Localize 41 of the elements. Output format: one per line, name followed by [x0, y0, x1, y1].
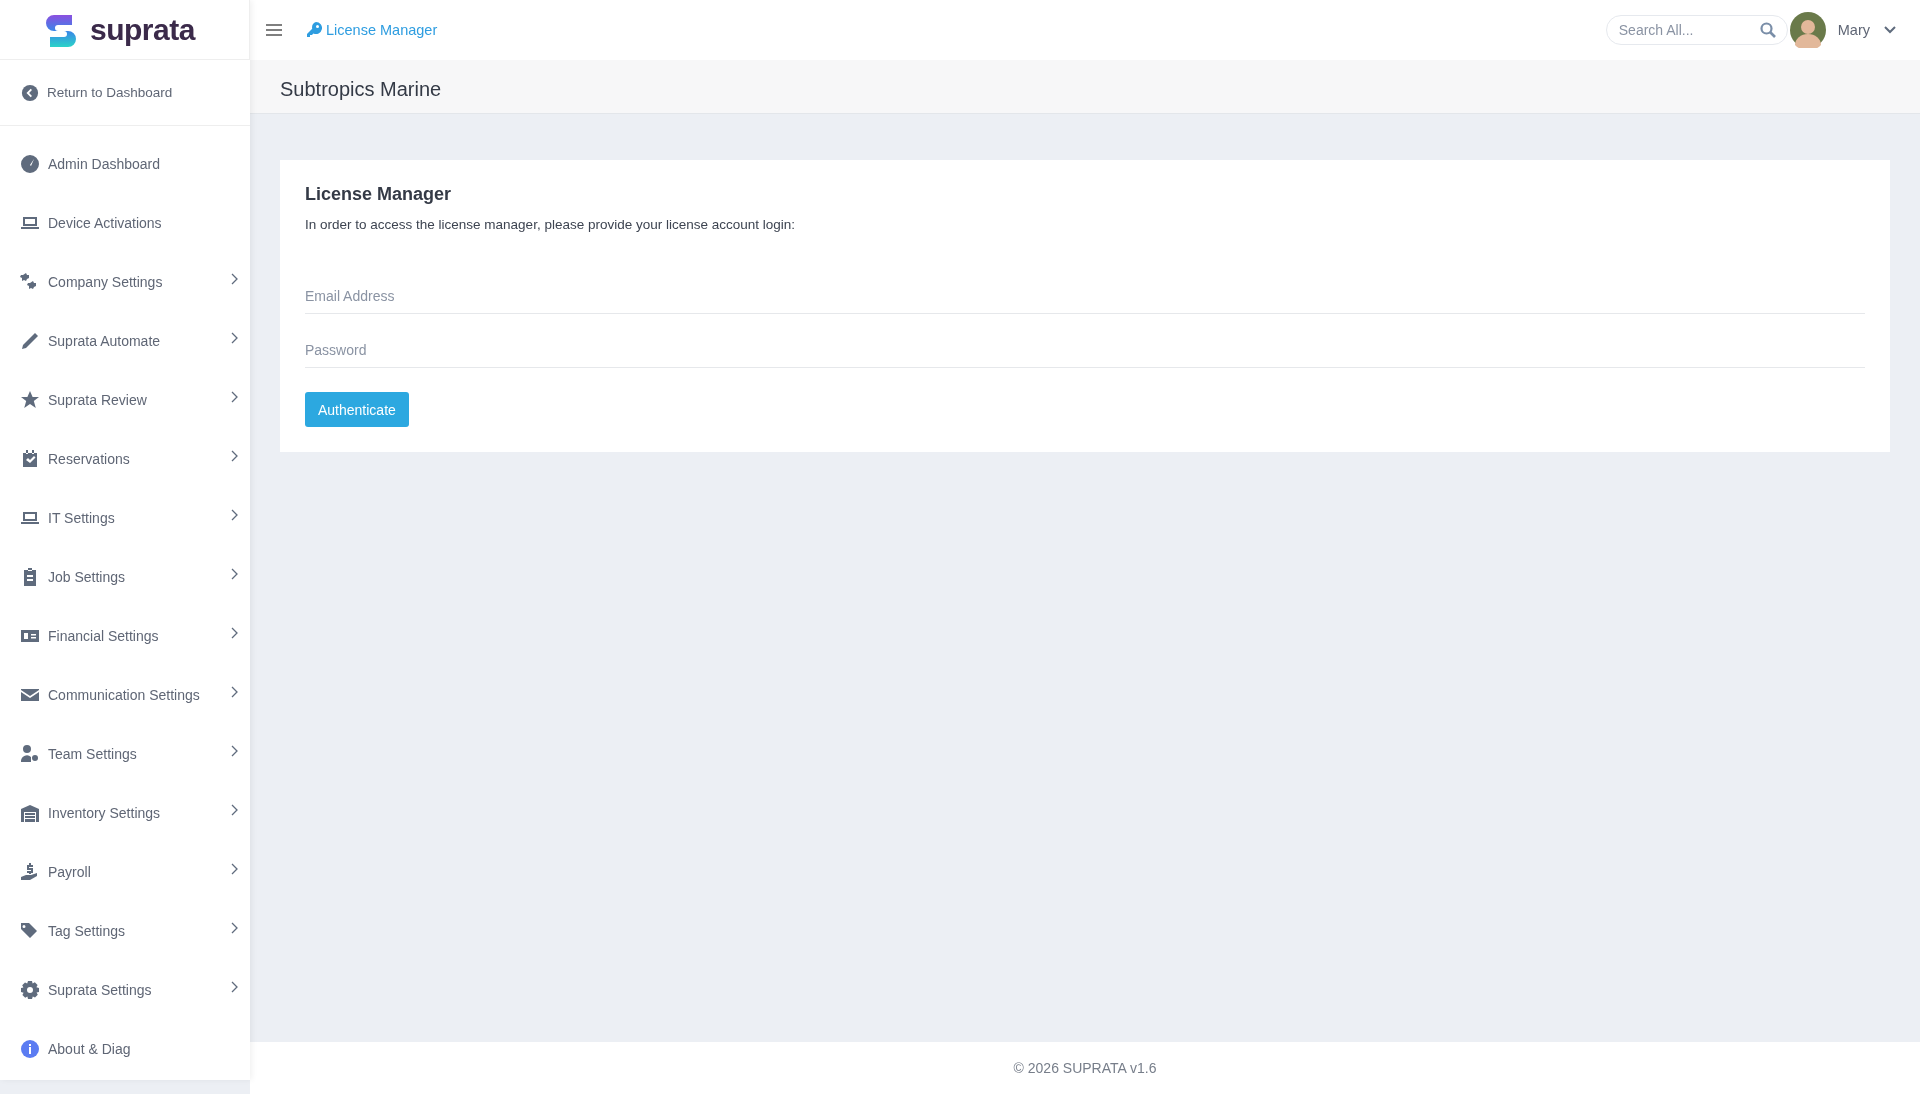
chevron-down-icon [1884, 26, 1896, 34]
sidebar-item[interactable]: IT Settings [0, 488, 250, 547]
tags-icon [20, 920, 40, 941]
sidebar-item[interactable]: Company Settings [0, 252, 250, 311]
card-title: License Manager [305, 184, 452, 205]
menu-icon[interactable] [266, 24, 282, 36]
sidebar-item[interactable]: Suprata Automate [0, 311, 250, 370]
sidebar-item[interactable]: About & Diag [0, 1019, 250, 1078]
key-icon [306, 22, 322, 38]
sidebar-item[interactable]: Job Settings [0, 547, 250, 606]
sidebar-item[interactable]: Communication Settings [0, 665, 250, 724]
breadcrumb-link[interactable]: License Manager [306, 22, 438, 38]
sidebar-item[interactable]: Financial Settings [0, 606, 250, 665]
sidebar-item[interactable]: Suprata Review [0, 370, 250, 429]
sidebar-item[interactable]: Device Activations [0, 193, 250, 252]
sidebar-item[interactable]: Suprata Settings [0, 960, 250, 1019]
pencil-icon [20, 330, 40, 351]
logo-icon [46, 12, 76, 47]
warehouse-icon [20, 802, 40, 823]
sidebar-item[interactable]: Reservations [0, 429, 250, 488]
user-menu[interactable]: Mary [1837, 22, 1896, 38]
brand-name: suprata [90, 12, 195, 47]
card-description: In order to access the license manager, please provide your license account login: [305, 217, 796, 232]
sidebar-item[interactable]: Payroll [0, 842, 250, 901]
user-gear-icon [20, 743, 40, 764]
input-field[interactable]: Email Address [305, 260, 1865, 314]
star-icon [20, 389, 40, 410]
avatar[interactable] [1789, 12, 1826, 48]
copyright-text: © 2026 SUPRATA v1.6 [1013, 1060, 1157, 1076]
sidebar-item[interactable]: Inventory Settings [0, 783, 250, 842]
input-field[interactable]: Password [305, 314, 1865, 368]
search-field[interactable]: Search All... [1605, 15, 1788, 45]
search-icon[interactable] [1759, 22, 1776, 38]
gear-icon [20, 979, 40, 1000]
hand-dollar-icon [20, 861, 40, 882]
sidebar-item[interactable]: Admin Dashboard [0, 134, 250, 193]
sidebar-item[interactable]: Tag Settings [0, 901, 250, 960]
sidebar-item[interactable]: Team Settings [0, 724, 250, 783]
calendar-check-icon [20, 448, 40, 469]
page-title: Subtropics Marine [280, 78, 442, 101]
info-icon [20, 1038, 40, 1059]
